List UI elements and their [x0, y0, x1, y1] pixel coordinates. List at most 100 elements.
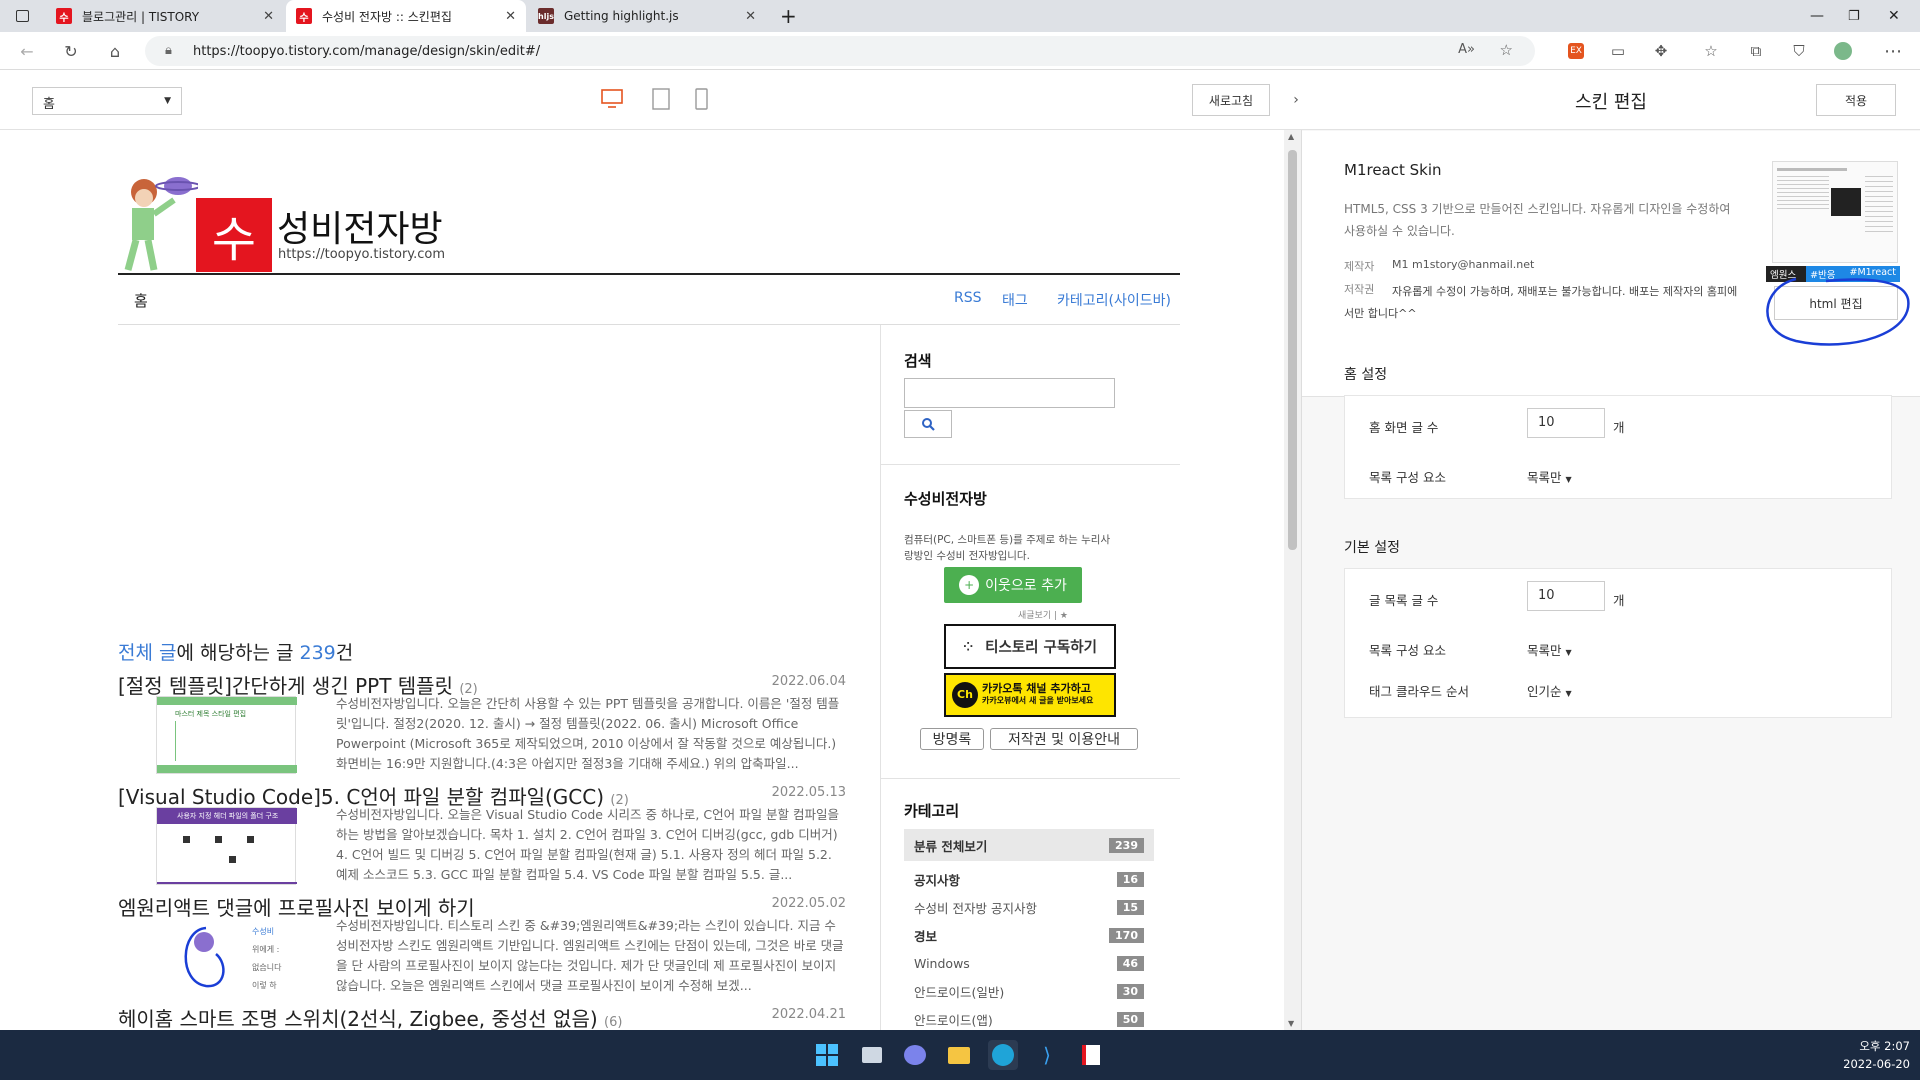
folder-icon: ▭ [1610, 42, 1626, 60]
favorites-icon: ☆ [1704, 42, 1718, 60]
tab-highlightjs[interactable]: hljs Getting highlight.js ✕ [528, 0, 766, 32]
post-thumbnail[interactable]: 수성비 위에게 : 없습니다 이렇 하 [156, 918, 296, 996]
tistory-favicon-icon: 수 [56, 8, 72, 24]
tab-skin-edit[interactable]: 수 수성비 전자방 :: 스킨편집 ✕ [286, 0, 526, 32]
kakao-channel-button[interactable]: Ch 카카오톡 채널 추가하고 카카오뷰에서 새 글을 받아보세요 [944, 673, 1116, 717]
post-thumbnail[interactable]: 마스터 제목 스타일 편집 [156, 696, 297, 774]
tablet-view-icon[interactable] [650, 88, 672, 110]
reload-button[interactable]: ↻ [60, 40, 82, 62]
apply-button[interactable]: 적용 [1816, 84, 1896, 116]
list-item[interactable]: [Visual Studio Code]5. C언어 파일 분할 컴파일(GCC… [118, 781, 846, 889]
category-item-all[interactable]: 분류 전체보기 239 [904, 829, 1154, 861]
nav-home-link[interactable]: 홈 [134, 290, 148, 311]
new-tab-button[interactable]: + [770, 0, 800, 32]
add-neighbor-button[interactable]: + 이웃으로 추가 [944, 567, 1082, 603]
windows-taskbar: ⟩ 오후 2:07 2022-06-20 [0, 1030, 1920, 1080]
close-tab-icon[interactable]: ✕ [263, 9, 274, 24]
nav-divider [118, 324, 1180, 325]
nav-rss-link[interactable]: RSS [954, 290, 982, 306]
post-date: 2022.06.04 [771, 674, 846, 689]
snipping-tool-icon [1082, 1045, 1100, 1065]
start-button[interactable] [812, 1040, 842, 1070]
thumbnail-caption: 사용자 지정 헤더 파일의 폴더 구조 [177, 812, 279, 820]
file-explorer-button[interactable] [944, 1040, 974, 1070]
read-aloud-icon[interactable]: A» [1458, 42, 1475, 57]
refresh-button[interactable]: 새로고침 [1192, 84, 1270, 116]
scroll-down-icon[interactable]: ▼ [1288, 1019, 1294, 1028]
summary-text: 에 해당하는 글 [176, 642, 300, 664]
copyright-button[interactable]: 저작권 및 이용안내 [990, 728, 1138, 750]
sidebar-search-input[interactable] [904, 378, 1115, 408]
favorites-button[interactable]: ☆ [1700, 40, 1722, 62]
minimize-button[interactable]: — [1800, 0, 1830, 32]
clock-date[interactable]: 2022-06-20 [1800, 1057, 1910, 1071]
list-post-count-input[interactable]: 10 [1527, 581, 1605, 611]
sidebar-search-button[interactable] [904, 410, 952, 438]
back-button[interactable]: ← [16, 40, 38, 62]
category-item-notice-sub[interactable]: 수성비 전자방 공지사항 15 [904, 894, 1154, 920]
home-list-component-select[interactable]: 목록만 ▼ [1527, 467, 1572, 486]
settings-more-button[interactable]: ⋯ [1882, 40, 1904, 62]
category-item-notice[interactable]: 공지사항 16 [904, 866, 1154, 892]
edge-button[interactable] [988, 1040, 1018, 1070]
close-window-button[interactable]: ✕ [1878, 0, 1908, 32]
summary-category[interactable]: 전체 글 [118, 642, 176, 664]
desktop-view-icon[interactable] [601, 88, 623, 110]
nav-tag-link[interactable]: 태그 [1002, 290, 1028, 310]
collapse-panel-button[interactable]: › [1290, 70, 1302, 130]
basic-list-component-select[interactable]: 목록만 ▼ [1527, 640, 1572, 659]
favorite-star-icon[interactable]: ☆ [1500, 41, 1513, 59]
vscode-button[interactable]: ⟩ [1032, 1040, 1062, 1070]
scrollbar-thumb[interactable] [1288, 150, 1297, 550]
tab-blog-admin[interactable]: 수 블로그관리 | TISTORY ✕ [46, 0, 284, 32]
category-item-android-app[interactable]: 안드로이드(앱) 50 [904, 1006, 1154, 1030]
list-item[interactable]: 엠원리액트 댓글에 프로필사진 보이게 하기 2022.05.02 수성비 위에… [118, 892, 846, 1000]
restore-button[interactable]: ❐ [1838, 0, 1868, 32]
category-name: 공지사항 [914, 872, 961, 888]
post-title[interactable]: 헤이홈 스마트 조명 스위치(2선식, Zigbee, 중성선 없음) (6) [118, 1003, 622, 1030]
home-settings-box: 홈 화면 글 수 10 개 목록 구성 요소 목록만 ▼ [1344, 395, 1892, 499]
category-name: 분류 전체보기 [914, 838, 988, 854]
extension-button[interactable]: EX [1565, 40, 1587, 62]
tag-cloud-order-select[interactable]: 인기순 ▼ [1527, 681, 1572, 700]
maker-label: 제작자 [1344, 260, 1375, 273]
list-item[interactable]: [절정 템플릿]간단하게 생긴 PPT 템플릿 (2) 2022.06.04 마… [118, 670, 846, 778]
tab-actions-button[interactable] [6, 0, 42, 32]
nav-category-link[interactable]: 카테고리(사이드바) [1057, 290, 1171, 310]
close-tab-icon[interactable]: ✕ [505, 9, 516, 24]
preview-scrollbar[interactable]: ▲ ▼ [1284, 130, 1301, 1030]
page-select[interactable]: 홈 ▼ [32, 87, 182, 115]
collections-button[interactable]: ⧉ [1745, 40, 1767, 62]
category-item-windows[interactable]: Windows 46 [904, 950, 1154, 976]
home-button[interactable]: ⌂ [104, 40, 126, 62]
extensions-button[interactable]: ✥ [1650, 40, 1672, 62]
profile-button[interactable] [1832, 40, 1854, 62]
mobile-view-icon[interactable] [690, 88, 712, 110]
url-field[interactable]: 🔒︎ https://toopyo.tistory.com/manage/des… [145, 36, 1535, 66]
guestbook-button[interactable]: 방명록 [920, 728, 984, 750]
blog-url[interactable]: https://toopyo.tistory.com [278, 247, 445, 262]
person-add-icon: + [959, 575, 980, 595]
list-item[interactable]: 헤이홈 스마트 조명 스위치(2선식, Zigbee, 중성선 없음) (6) … [118, 1003, 846, 1030]
teams-chat-button[interactable] [900, 1040, 930, 1070]
browser-essentials-button[interactable]: ⛉ [1788, 40, 1810, 62]
sidebar-heading: 카테고리 [904, 802, 960, 820]
blog-title[interactable]: 성비전자방 [277, 200, 443, 252]
task-view-button[interactable] [857, 1040, 887, 1070]
clock-time[interactable]: 오후 2:07 [1820, 1038, 1910, 1054]
tistory-subscribe-button[interactable]: ⁘ 티스토리 구독하기 [944, 624, 1116, 669]
close-tab-icon[interactable]: ✕ [745, 9, 756, 24]
snipping-tool-button[interactable] [1076, 1040, 1106, 1070]
home-post-count-input[interactable]: 10 [1527, 408, 1605, 438]
caret-down-icon: ▼ [1565, 475, 1572, 484]
collections-folder-button[interactable]: ▭ [1607, 40, 1629, 62]
post-thumbnail[interactable]: 사용자 지정 헤더 파일의 폴더 구조 [156, 807, 297, 885]
home-icon: ⌂ [109, 41, 121, 61]
tab-label: 블로그관리 | TISTORY [82, 9, 200, 24]
tab-label: Getting highlight.js [564, 9, 679, 23]
neighbor-subtext[interactable]: 새글보기 | ★ [1018, 608, 1068, 621]
category-item-android-general[interactable]: 안드로이드(일반) 30 [904, 978, 1154, 1004]
scroll-up-icon[interactable]: ▲ [1288, 132, 1294, 141]
category-item-gyeongbo[interactable]: 경보 170 [904, 922, 1154, 948]
select-value: 인기순 [1527, 684, 1562, 699]
